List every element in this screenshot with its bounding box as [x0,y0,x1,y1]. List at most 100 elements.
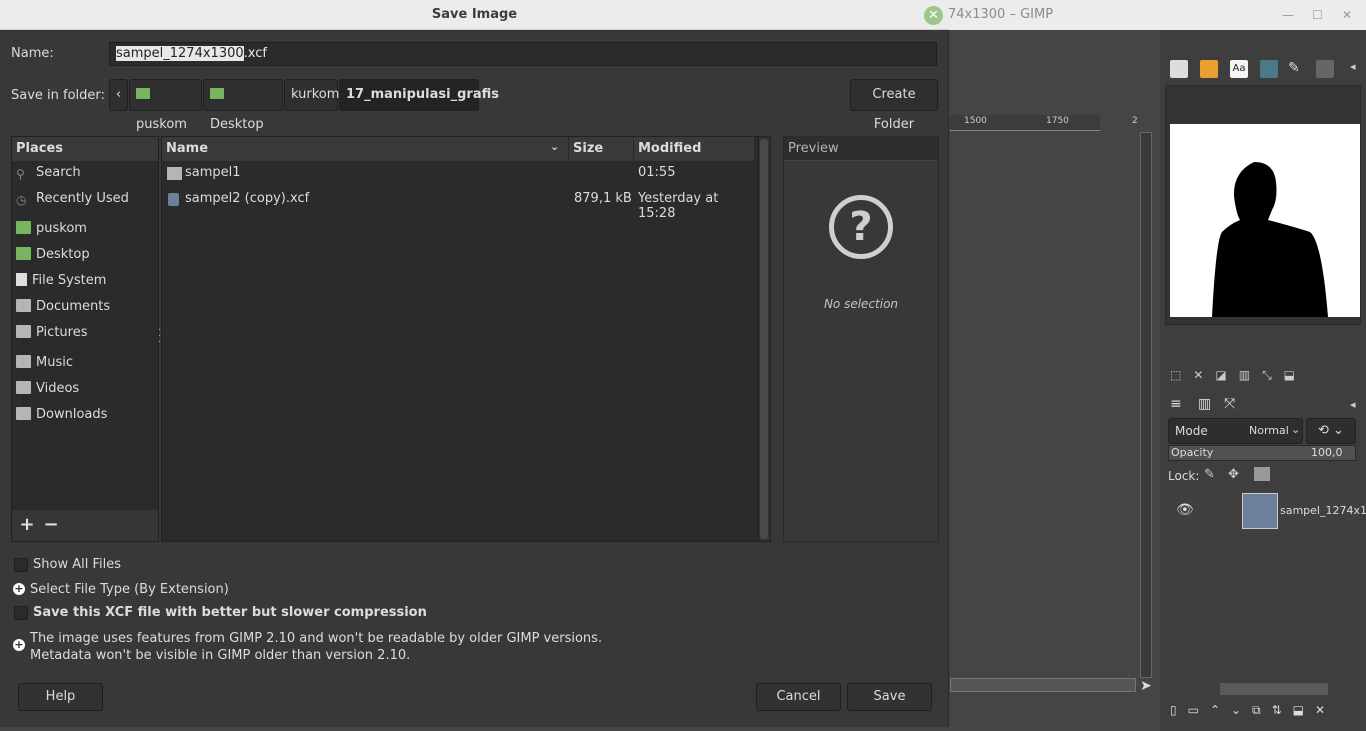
breadcrumb-desktop[interactable]: Desktop [203,79,283,132]
sidebar-item-search[interactable]: ⚲ Search [16,165,81,187]
add-bookmark-button[interactable]: + [17,515,37,535]
question-mark-icon: ? [829,195,893,259]
file-list-scrollbar-thumb[interactable] [760,139,768,539]
dock-menu-icon[interactable]: ◂ [1350,60,1356,73]
sidebar-item-videos[interactable]: Videos [16,381,79,403]
create-folder-button[interactable]: Create Folder [850,79,938,132]
layer-row[interactable]: 👁 sampel_1274x1 [1169,490,1366,533]
minimize-icon[interactable]: — [1282,8,1294,22]
no-selection-text: No selection [823,297,899,311]
column-header-modified[interactable]: Modified [634,137,755,161]
dock-menu-icon[interactable]: ◂ [1350,398,1356,411]
save-image-dialog: Save Image ✕ Name: sampel_1274x1300.xcf … [0,0,949,727]
dialog-title: Save Image [431,7,518,22]
compat-warning-line1[interactable]: The image uses features from GIMP 2.10 a… [30,631,602,646]
pattern-tab-icon[interactable] [1200,60,1218,78]
navigation-preview-image [1170,124,1360,317]
sidebar-item-downloads[interactable]: Downloads [16,407,107,429]
breadcrumb-current-folder[interactable]: 17_manipulasi_grafis [339,79,499,111]
home-folder-icon [16,221,31,234]
horizontal-ruler: 1500 1750 2 [950,115,1138,131]
maximize-icon[interactable]: ☐ [1312,8,1323,22]
lock-pixels-icon[interactable]: ✎ [1204,467,1215,482]
show-all-files-checkbox[interactable] [14,558,28,572]
expander-icon[interactable]: + [13,583,25,595]
layers-tab-icon[interactable]: ≡ [1170,396,1182,412]
mode-select[interactable]: Mode Normal ⌄ [1168,418,1303,444]
sort-descending-icon: ⌄ [550,140,560,153]
cancel-button[interactable]: Cancel [756,683,841,711]
close-icon[interactable]: ✕ [1342,8,1352,22]
lock-position-icon[interactable]: ✥ [1228,467,1239,482]
sidebar-item-documents[interactable]: Documents [16,299,110,321]
layer-name: sampel_1274x1 [1280,504,1366,517]
select-file-type-expander[interactable]: Select File Type (By Extension) [30,582,229,597]
mode-label: Mode [1175,424,1208,438]
home-folder-icon [136,88,150,99]
places-sidebar: Places ⚲ Search ◷ Recently Used puskom Des… [11,136,159,542]
gimp-titlebar: 74x1300 – GIMP — ☐ ✕ [948,0,1366,30]
image-canvas[interactable] [948,30,1160,731]
brush-tab-icon[interactable] [1170,60,1188,78]
opacity-slider[interactable]: Opacity 100,0 [1168,445,1356,461]
show-all-files-label[interactable]: Show All Files [33,557,121,572]
tool-options-tab-icon[interactable] [1316,60,1334,78]
file-modified: 01:55 [638,165,676,180]
composite-mode-select[interactable]: ⟲ ⌄ [1306,418,1356,444]
compression-checkbox[interactable] [14,606,28,620]
sidebar-item-music[interactable]: Music [16,355,73,377]
file-row-sampel1[interactable]: sampel1 01:55 [162,161,755,187]
compat-warning-line2: Metadata won't be visible in GIMP older … [30,648,411,663]
xcf-file-icon [168,193,179,206]
paths-tab-icon[interactable]: ⤧ [1224,396,1235,412]
navigation-toolbar[interactable]: ⬚✕◪▥⤡⬓ [1170,368,1360,382]
mode-value: Normal [1249,424,1289,437]
font-tab-icon[interactable]: Aa [1230,60,1248,78]
file-row-sampel2[interactable]: sampel2 (copy).xcf 879,1 kB Yesterday at… [162,187,755,221]
file-name: sampel2 (copy).xcf [185,191,310,206]
places-toolbar: + − [12,510,158,541]
save-button[interactable]: Save [847,683,932,711]
breadcrumb-puskom[interactable]: puskom [129,79,202,132]
ruler-tick: 1500 [964,116,987,126]
layers-toolbar[interactable]: ▯▭⌃⌄⧉⇅⬓✕ [1170,703,1360,719]
sidebar-item-desktop[interactable]: Desktop [16,247,90,269]
folder-icon [16,355,31,368]
opacity-value: 100,0 [1311,446,1343,459]
chevron-down-icon: ⌄ [1291,423,1301,436]
filename-input[interactable]: sampel_1274x1300.xcf [109,42,937,66]
desktop-folder-icon [16,247,31,260]
name-label: Name: [11,46,54,61]
column-header-size[interactable]: Size [569,137,634,161]
file-list: Name ⌄ Size Modified sampel1 01:55 sampel… [161,136,771,542]
remove-bookmark-button[interactable]: − [41,515,61,535]
breadcrumb-back-button[interactable]: ‹ [109,79,128,111]
preview-panel: Preview ? No selection [783,136,939,542]
column-header-name[interactable]: Name ⌄ [162,137,569,161]
expander-icon[interactable]: + [13,639,25,651]
compression-label[interactable]: Save this XCF file with better but slowe… [33,605,427,620]
navigate-icon[interactable]: ➤ [1140,678,1152,694]
ruler-tick: 2 [1132,116,1138,126]
eye-icon[interactable]: 👁 [1176,502,1194,518]
folder-icon [16,407,31,420]
lock-alpha-icon[interactable] [1254,467,1270,481]
sidebar-item-pictures[interactable]: Pictures [16,325,87,347]
sidebar-item-file-system[interactable]: File System [16,273,106,295]
layers-scrollbar[interactable] [1220,683,1328,695]
gimp-window-title: 74x1300 – GIMP [948,7,1054,22]
breadcrumb-kurkom[interactable]: kurkom [284,79,339,111]
channels-tab-icon[interactable]: ▥ [1198,396,1211,412]
sidebar-item-recently-used[interactable]: ◷ Recently Used [16,191,129,213]
sidebar-item-puskom[interactable]: puskom [16,221,87,243]
folder-icon [167,167,182,180]
paintbrush-tab-icon[interactable]: ✎ [1288,60,1306,78]
canvas-vertical-scrollbar[interactable] [1140,132,1152,678]
document-history-tab-icon[interactable] [1260,60,1278,78]
clock-icon: ◷ [16,193,27,207]
canvas-horizontal-scrollbar[interactable] [950,678,1136,692]
preview-header: Preview [784,137,938,161]
close-icon[interactable]: ✕ [924,6,943,25]
help-button[interactable]: Help [18,683,103,711]
silhouette-image [1212,162,1328,317]
